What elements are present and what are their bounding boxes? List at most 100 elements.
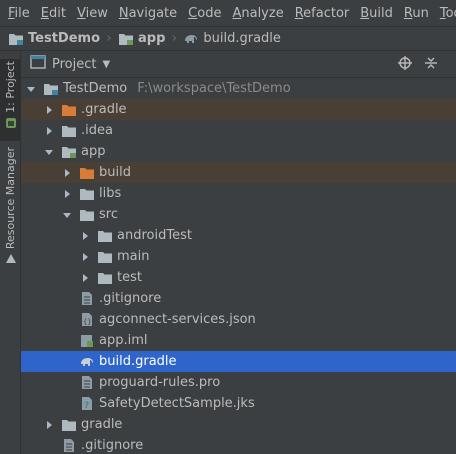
unknown-file-icon: ? [79,396,95,412]
tab-project-label: 1: Project [4,61,17,113]
tree-node-libs[interactable]: libs [21,183,456,204]
project-tool-icon [5,117,17,133]
svg-text:{}: {} [83,318,91,326]
tree-node-main[interactable]: main [21,246,456,267]
tree-node-src[interactable]: src [21,204,456,225]
menu-bar: File Edit View Navigate Code Analyze Ref… [0,0,456,26]
collapsed-arrow-icon[interactable] [79,267,91,288]
folder-icon [79,186,95,202]
tree-node-label: .idea [81,123,113,138]
module-folder-icon [43,81,59,97]
menu-refactor[interactable]: Refactor [291,6,354,21]
tree-node-agconnect-json[interactable]: {} agconnect-services.json [21,309,456,330]
gradle-elephant-icon [79,354,95,370]
collapsed-arrow-icon[interactable] [43,120,55,141]
locate-icon[interactable] [398,55,412,74]
tree-node-label: test [117,270,142,285]
folder-icon [97,228,113,244]
panel-title[interactable]: Project [52,57,96,72]
menu-navigate[interactable]: Navigate [115,6,181,21]
root-path: F:\workspace\TestDemo [137,81,291,96]
tree-node-label: build [99,165,131,180]
folder-icon [79,207,95,223]
tree-node-testdemo[interactable]: TestDemo F:\workspace\TestDemo [21,78,456,99]
chevron-right-icon: › [171,31,177,46]
tree-node-label: proguard-rules.pro [99,375,221,390]
tree-node-app-iml[interactable]: app.iml [21,330,456,351]
breadcrumb-item-testdemo[interactable]: TestDemo [8,31,100,47]
folder-icon [61,417,77,433]
project-view-icon [30,55,46,73]
tab-resource-manager[interactable]: Resource Manager [0,147,21,267]
tree-node-test[interactable]: test [21,267,456,288]
text-file-icon [61,438,77,454]
collapsed-arrow-icon[interactable] [43,99,55,120]
tree-node-label: src [99,207,118,222]
menu-edit[interactable]: Edit [37,6,70,21]
tree-node-root-gitignore[interactable]: .gitignore [21,435,456,454]
project-tree: TestDemo F:\workspace\TestDemo .gradle .… [21,78,456,454]
folder-icon [61,123,77,139]
text-file-icon [79,291,95,307]
collapsed-arrow-icon[interactable] [79,246,91,267]
tree-node-label: agconnect-services.json [99,312,256,327]
tree-node-label: androidTest [117,228,192,243]
gradle-elephant-icon [183,31,199,47]
module-folder-icon [61,144,77,160]
tree-node-idea[interactable]: .idea [21,120,456,141]
collapsed-arrow-icon[interactable] [61,183,73,204]
project-panel-header: Project ▼ [21,51,456,78]
module-folder-icon [8,31,24,47]
breadcrumb-item-app[interactable]: app [118,31,165,47]
tree-node-build[interactable]: build [21,162,456,183]
dropdown-arrow-icon[interactable]: ▼ [102,59,110,70]
tree-node-gradle-cache[interactable]: .gradle [21,99,456,120]
excluded-folder-icon [61,102,77,118]
breadcrumb-label: build.gradle [203,31,281,46]
expanded-arrow-icon[interactable] [25,78,37,99]
menu-view[interactable]: View [73,6,112,21]
tree-node-build-gradle[interactable]: build.gradle [21,351,456,372]
panel-actions [398,51,438,78]
breadcrumb: TestDemo › app › build.gradle [0,26,456,51]
menu-file[interactable]: File [4,6,34,21]
tree-node-app[interactable]: app [21,141,456,162]
collapse-all-icon[interactable] [424,56,438,74]
breadcrumb-item-build-gradle[interactable]: build.gradle [183,31,281,47]
tree-node-app-gitignore[interactable]: .gitignore [21,288,456,309]
tree-node-label: gradle [81,417,123,432]
expanded-arrow-icon[interactable] [43,141,55,162]
excluded-folder-icon [79,165,95,181]
breadcrumb-label: TestDemo [28,31,100,46]
tree-node-label: build.gradle [99,354,177,369]
tree-node-label: libs [99,186,122,201]
tree-node-label: .gitignore [99,291,162,306]
tree-node-gradle-root[interactable]: gradle [21,414,456,435]
chevron-right-icon: › [106,31,112,46]
menu-build[interactable]: Build [356,6,397,21]
folder-icon [97,249,113,265]
tree-node-android-test[interactable]: androidTest [21,225,456,246]
tree-node-label: .gradle [81,102,127,117]
tree-node-proguard[interactable]: proguard-rules.pro [21,372,456,393]
resource-manager-icon [5,253,17,269]
tab-project[interactable]: 1: Project [0,59,21,141]
menu-run[interactable]: Run [400,6,433,21]
tool-window-strip: 1: Project Resource Manager [0,51,21,454]
collapsed-arrow-icon[interactable] [43,414,55,435]
menu-code[interactable]: Code [184,6,225,21]
menu-analyze[interactable]: Analyze [228,6,287,21]
tree-node-label: app [81,144,106,159]
collapsed-arrow-icon[interactable] [79,225,91,246]
collapsed-arrow-icon[interactable] [61,162,73,183]
folder-icon [97,270,113,286]
tree-node-label: main [117,249,150,264]
module-file-icon [79,333,95,349]
text-file-icon [79,375,95,391]
breadcrumb-label: app [138,31,166,46]
expanded-arrow-icon[interactable] [61,204,73,225]
tree-node-jks[interactable]: ? SafetyDetectSample.jks [21,393,456,414]
tree-node-label: app.iml [99,333,148,348]
menu-tools[interactable]: Tools [436,6,456,21]
tree-node-label: TestDemo [63,81,128,96]
